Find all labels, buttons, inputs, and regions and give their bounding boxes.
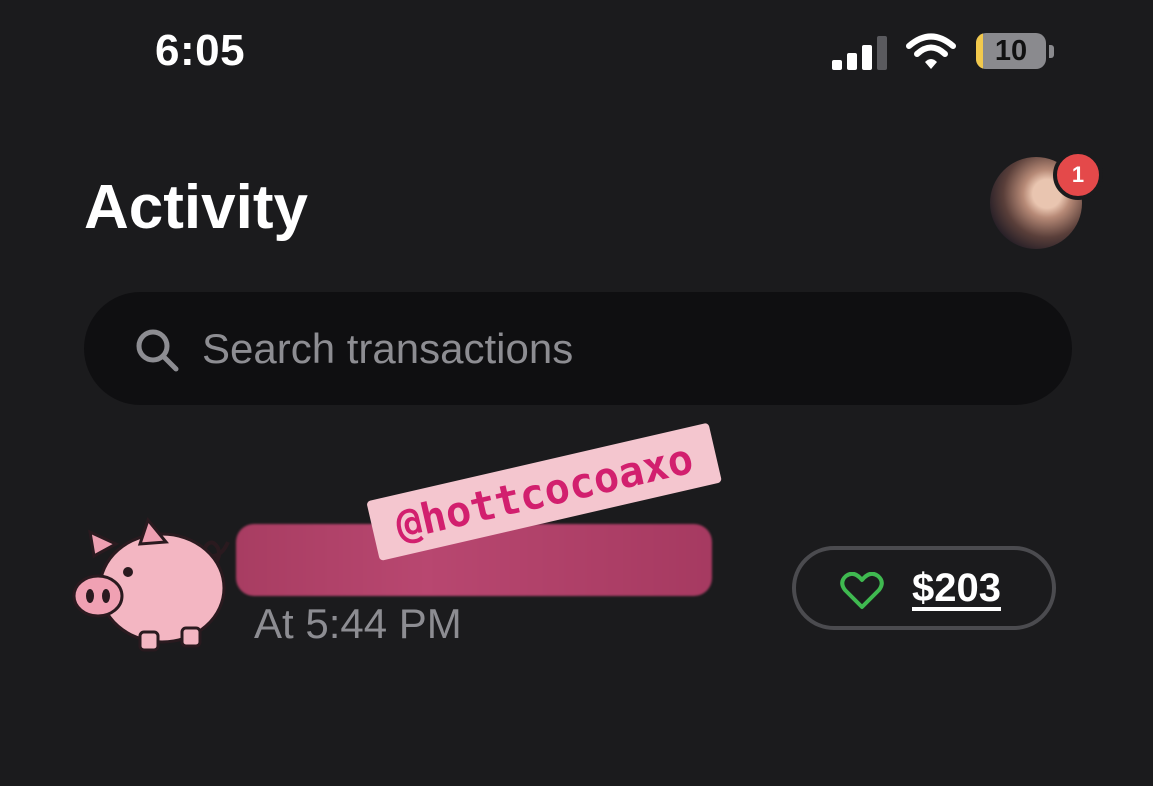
transaction-time: At 5:44 PM bbox=[254, 600, 462, 647]
wifi-icon bbox=[906, 33, 956, 69]
search-icon bbox=[136, 329, 179, 372]
transaction-amount: $203 bbox=[912, 566, 1001, 610]
page-title: Activity bbox=[84, 173, 308, 242]
battery-icon: 10 bbox=[976, 33, 1046, 69]
amount-button[interactable]: $203 bbox=[792, 546, 1056, 630]
transaction-row[interactable]: @hottcocoaxo At 5:44 PM $203 bbox=[60, 422, 1100, 670]
status-bar: 6:05 10 bbox=[0, 0, 1153, 110]
battery-indicator: 10 bbox=[976, 33, 1056, 71]
battery-level: 10 bbox=[994, 35, 1028, 67]
battery-nub bbox=[1049, 45, 1054, 58]
piggy-bank-icon bbox=[72, 516, 230, 652]
heart-icon[interactable] bbox=[840, 572, 884, 610]
status-time: 6:05 bbox=[155, 26, 246, 75]
search-input[interactable] bbox=[202, 292, 1022, 405]
search-bar[interactable] bbox=[84, 292, 1072, 405]
notification-badge: 1 bbox=[1053, 150, 1103, 200]
cellular-signal-icon bbox=[832, 36, 887, 70]
